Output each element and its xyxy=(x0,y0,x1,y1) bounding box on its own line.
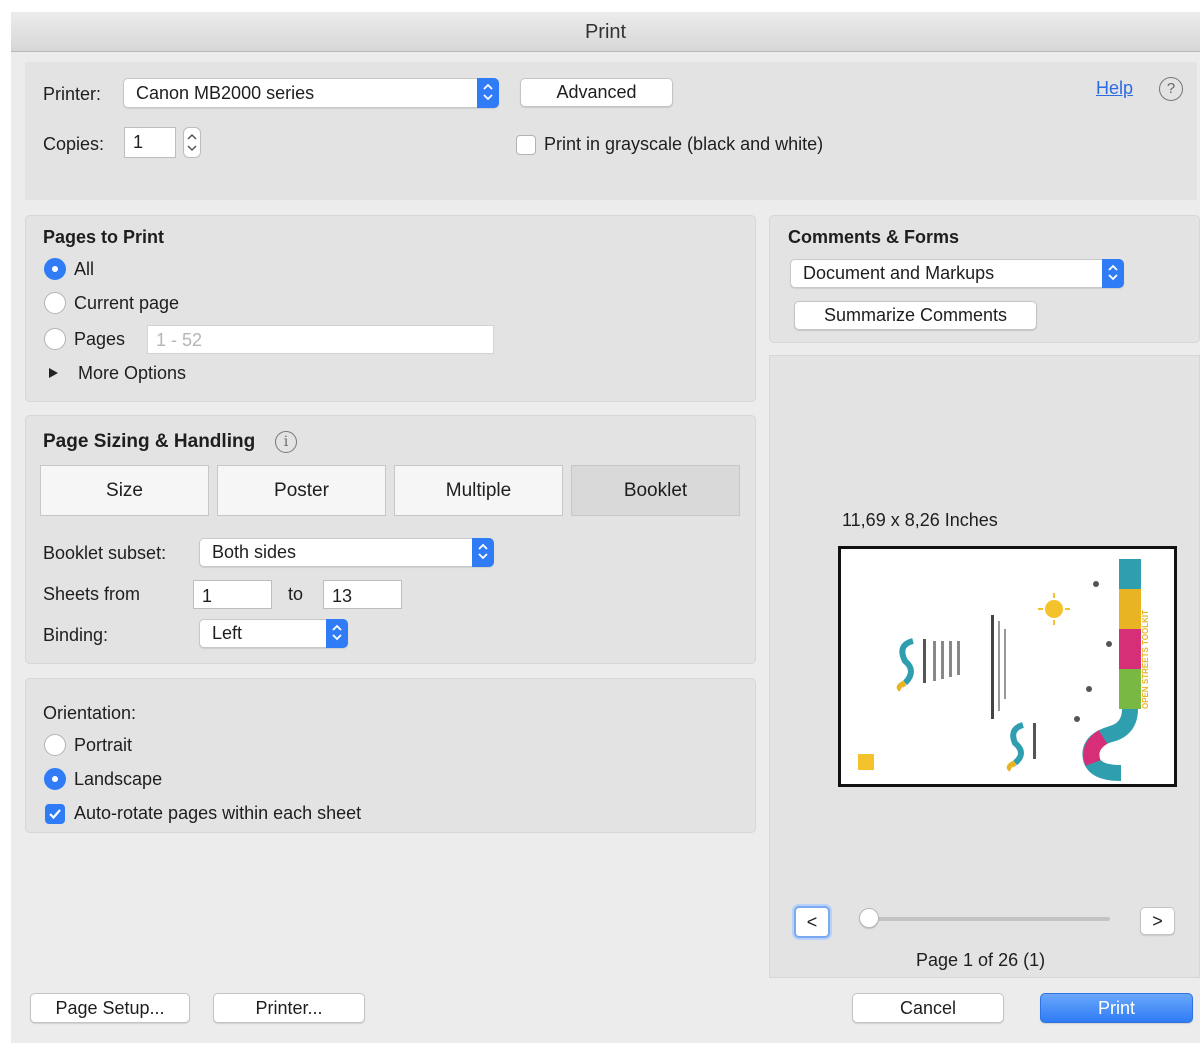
cover-title: OPEN STREETS TOOLKIT xyxy=(1141,610,1150,709)
pages-range-input[interactable]: 1 - 52 xyxy=(147,325,494,354)
binding-value: Left xyxy=(212,623,243,643)
tab-booklet[interactable]: Booklet xyxy=(571,465,740,516)
radio-all-label: All xyxy=(74,259,95,279)
printer-select[interactable]: Canon MB2000 series xyxy=(123,78,499,108)
radio-landscape-label: Landscape xyxy=(74,769,163,789)
window-title: Print xyxy=(11,12,1200,52)
radio-pages-label: Pages xyxy=(74,329,126,349)
radio-portrait-label: Portrait xyxy=(74,735,133,755)
radio-current-page-label: Current page xyxy=(74,293,180,313)
prev-page-button[interactable]: < xyxy=(794,906,830,938)
updown-arrows-icon xyxy=(326,619,348,648)
page-setup-button[interactable]: Page Setup... xyxy=(30,993,190,1023)
copies-stepper[interactable] xyxy=(183,127,201,158)
updown-arrows-icon xyxy=(477,78,499,108)
paper-size-label: 11,69 x 8,26 Inches xyxy=(842,510,998,530)
booklet-cover-thumbnail: OPEN STREETS TOOLKIT xyxy=(851,559,1155,781)
grayscale-checkbox[interactable] xyxy=(516,135,536,155)
binding-select[interactable]: Left xyxy=(199,619,348,648)
page-preview: OPEN STREETS TOOLKIT xyxy=(838,546,1177,787)
sheets-from-input[interactable]: 1 xyxy=(193,580,272,609)
binding-label: Binding: xyxy=(43,625,109,645)
sheets-to-input[interactable]: 13 xyxy=(323,580,402,609)
advanced-button[interactable]: Advanced xyxy=(520,78,673,107)
tab-size[interactable]: Size xyxy=(40,465,209,516)
orientation-title: Orientation: xyxy=(43,703,137,723)
radio-current-page[interactable] xyxy=(44,292,66,314)
sheets-from-label: Sheets from xyxy=(43,584,141,604)
radio-portrait[interactable] xyxy=(44,734,66,756)
comments-forms-value: Document and Markups xyxy=(803,263,995,283)
copies-input[interactable]: 1 xyxy=(124,127,176,158)
more-options-label[interactable]: More Options xyxy=(78,363,186,384)
comments-forms-select[interactable]: Document and Markups xyxy=(790,259,1124,288)
auto-rotate-checkbox[interactable] xyxy=(45,804,65,824)
tab-poster[interactable]: Poster xyxy=(217,465,386,516)
disclosure-triangle-icon[interactable] xyxy=(49,368,58,378)
tab-multiple[interactable]: Multiple xyxy=(394,465,563,516)
page-slider-track[interactable] xyxy=(860,917,1110,921)
radio-pages[interactable] xyxy=(44,328,66,350)
summarize-comments-button[interactable]: Summarize Comments xyxy=(794,301,1037,330)
radio-landscape[interactable] xyxy=(44,768,66,790)
page-indicator: Page 1 of 26 (1) xyxy=(916,950,1046,970)
comments-forms-title: Comments & Forms xyxy=(788,227,960,247)
pages-to-print-title: Pages to Print xyxy=(43,227,165,247)
printer-label: Printer: xyxy=(43,84,102,104)
booklet-subset-value: Both sides xyxy=(212,542,297,562)
copies-label: Copies: xyxy=(43,134,105,154)
updown-arrows-icon xyxy=(472,538,494,567)
page-sizing-title: Page Sizing & Handling xyxy=(43,431,256,452)
print-button[interactable]: Print xyxy=(1040,993,1193,1023)
checkmark-icon xyxy=(49,809,61,820)
help-icon[interactable]: ? xyxy=(1159,77,1183,101)
help-link[interactable]: Help xyxy=(1096,78,1133,99)
booklet-subset-label: Booklet subset: xyxy=(43,543,167,563)
next-page-button[interactable]: > xyxy=(1140,907,1175,935)
auto-rotate-label: Auto-rotate pages within each sheet xyxy=(74,803,362,823)
info-icon[interactable]: i xyxy=(275,431,297,453)
updown-arrows-icon xyxy=(1102,259,1124,288)
grayscale-label: Print in grayscale (black and white) xyxy=(544,134,824,154)
page-slider-thumb[interactable] xyxy=(859,908,879,928)
printer-button[interactable]: Printer... xyxy=(213,993,365,1023)
radio-all[interactable] xyxy=(44,258,66,280)
printer-select-value: Canon MB2000 series xyxy=(136,83,315,103)
booklet-subset-select[interactable]: Both sides xyxy=(199,538,494,567)
cancel-button[interactable]: Cancel xyxy=(852,993,1004,1023)
sheets-to-label: to xyxy=(288,584,304,604)
